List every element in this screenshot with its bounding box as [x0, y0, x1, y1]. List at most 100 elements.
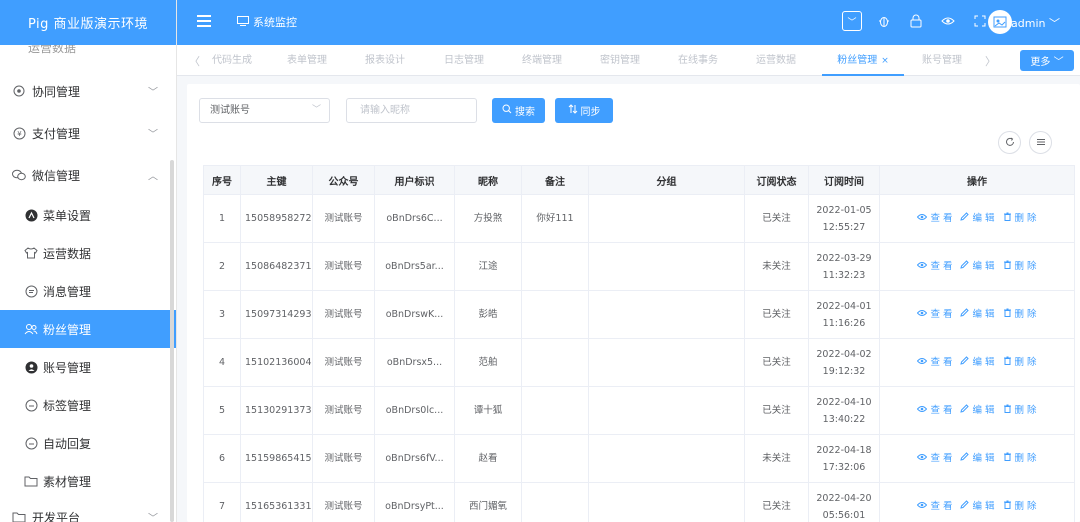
sidebar-group-payment[interactable]: ¥ 支付管理 ﹀ [0, 112, 176, 154]
delete-button[interactable]: 删 除 [1003, 498, 1037, 515]
tabs-next-icon[interactable]: 〉 [985, 53, 996, 69]
monitor-icon [237, 15, 249, 29]
tab-account-mgmt[interactable]: 账号管理 [917, 45, 967, 76]
tab-ops-data[interactable]: 运营数据 [751, 45, 801, 76]
view-button[interactable]: 查 看 [917, 354, 952, 371]
trash-icon [1003, 258, 1012, 275]
edit-button[interactable]: 编 辑 [960, 306, 995, 323]
cell-nickname: 彭皓 [454, 290, 522, 339]
sidebar-group-collab[interactable]: 协同管理 ﹀ [0, 70, 176, 112]
tab-code-gen[interactable]: 代码生成 [207, 45, 257, 76]
bug-icon[interactable] [874, 11, 894, 31]
edit-button[interactable]: 编 辑 [960, 354, 995, 371]
breadcrumb-system-monitor[interactable]: 系统监控 [237, 14, 297, 30]
tab-online-tx[interactable]: 在线事务 [673, 45, 723, 76]
tab-key-mgmt[interactable]: 密钥管理 [595, 45, 645, 76]
tag-icon [24, 398, 38, 412]
cell-account: 测试账号 [312, 482, 375, 522]
table-row: 6 1515986541554372609 测试账号 oBnDrs6fV... … [203, 434, 1075, 483]
main-card: 测试账号 ﹀ 请输入昵称 搜索 同步 序号 主键 公众号 用户标识 昵称 备注 … [187, 84, 1080, 522]
sidebar-group-wechat[interactable]: 微信管理 ︿ [0, 154, 176, 196]
cell-time: 2022-04-01 11:16:26 [808, 290, 880, 339]
folder-icon [24, 474, 38, 488]
view-button[interactable]: 查 看 [917, 450, 952, 467]
view-button[interactable]: 查 看 [917, 402, 952, 419]
tab-log-mgmt[interactable]: 日志管理 [439, 45, 489, 76]
hamburger-menu-icon[interactable] [197, 15, 211, 27]
chevron-down-icon: ﹀ [148, 87, 158, 99]
delete-button[interactable]: 删 除 [1003, 450, 1037, 467]
delete-button[interactable]: 删 除 [1003, 258, 1037, 275]
col-header-openid: 用户标识 [374, 165, 455, 195]
eye-icon [917, 450, 928, 467]
table-row: 7 1516536133199007745 测试账号 oBnDrsyPt... … [203, 482, 1075, 522]
edit-icon [960, 498, 970, 515]
cell-remark: 你好111 [521, 194, 589, 243]
sidebar-item-menu-settings[interactable]: 菜单设置 [0, 196, 176, 234]
eye-icon[interactable] [938, 11, 958, 31]
tab-report-design[interactable]: 报表设计 [360, 45, 410, 76]
delete-button[interactable]: 删 除 [1003, 210, 1037, 227]
sidebar-item-fans[interactable]: 粉丝管理 [0, 310, 176, 348]
refresh-button[interactable] [998, 131, 1021, 154]
fullscreen-icon[interactable] [970, 11, 990, 31]
cell-account: 测试账号 [312, 242, 375, 291]
edit-button[interactable]: 编 辑 [960, 450, 995, 467]
edit-button[interactable]: 编 辑 [960, 210, 995, 227]
view-button[interactable]: 查 看 [917, 306, 952, 323]
sidebar-item-ops-data[interactable]: 运营数据 [0, 234, 176, 272]
tabs-prev-icon[interactable]: 〈 [189, 53, 200, 69]
filter-icon [1036, 136, 1046, 150]
lock-icon[interactable] [906, 11, 926, 31]
sidebar-group-dev-platform[interactable]: 开发平台 ﹀ [0, 500, 176, 522]
view-button[interactable]: 查 看 [917, 210, 952, 227]
delete-button[interactable]: 删 除 [1003, 354, 1037, 371]
dropdown-square-icon[interactable]: ﹀ [842, 11, 862, 31]
edit-button[interactable]: 编 辑 [960, 402, 995, 419]
sidebar-item-tags[interactable]: 标签管理 [0, 386, 176, 424]
nickname-input[interactable]: 请输入昵称 [346, 98, 477, 123]
shirt-icon [24, 246, 38, 260]
tab-form-mgmt[interactable]: 表单管理 [282, 45, 332, 76]
cell-openid: oBnDrsx5... [374, 338, 455, 387]
edit-icon [960, 306, 970, 323]
chevron-down-icon: ﹀ [148, 513, 158, 522]
sidebar-scrollbar[interactable] [170, 160, 174, 522]
tab-terminal-mgmt[interactable]: 终端管理 [517, 45, 567, 76]
edit-button[interactable]: 编 辑 [960, 258, 995, 275]
tab-fans-mgmt[interactable]: 粉丝管理 × [822, 45, 904, 76]
cell-nickname: 江途 [454, 242, 522, 291]
sidebar-item-auto-reply[interactable]: 自动回复 [0, 424, 176, 462]
close-icon[interactable]: × [881, 56, 889, 66]
yen-icon: ¥ [12, 126, 26, 140]
avatar[interactable] [988, 10, 1012, 34]
edit-button[interactable]: 编 辑 [960, 498, 995, 515]
cell-group [588, 386, 745, 435]
more-button[interactable]: 更多 ﹀ [1020, 50, 1074, 71]
delete-button[interactable]: 删 除 [1003, 402, 1037, 419]
sidebar-item-accounts[interactable]: 账号管理 [0, 348, 176, 386]
column-settings-button[interactable] [1029, 131, 1052, 154]
search-button[interactable]: 搜索 [492, 98, 545, 123]
view-button[interactable]: 查 看 [917, 258, 952, 275]
delete-button[interactable]: 删 除 [1003, 306, 1037, 323]
sidebar-item-cut[interactable]: 运营数据 [0, 45, 176, 70]
cell-openid: oBnDrs6C... [374, 194, 455, 243]
sync-button[interactable]: 同步 [555, 98, 613, 123]
table-row: 5 1513029137376153602 测试账号 oBnDrs0lc... … [203, 386, 1075, 435]
sidebar-item-materials[interactable]: 素材管理 [0, 462, 176, 500]
account-select[interactable]: 测试账号 ﹀ [199, 98, 330, 123]
cell-time: 2022-04-02 19:12:32 [808, 338, 880, 387]
fans-icon [24, 322, 38, 336]
edit-icon [960, 258, 970, 275]
sidebar-item-messages[interactable]: 消息管理 [0, 272, 176, 310]
cell-status: 已关注 [744, 482, 809, 522]
cell-group [588, 482, 745, 522]
top-navbar: 系统监控 ﹀ admin ﹀ [177, 0, 1080, 45]
cell-actions: 查 看 编 辑 删 除 [879, 338, 1075, 387]
user-menu[interactable]: admin ﹀ [1011, 15, 1060, 31]
view-button[interactable]: 查 看 [917, 498, 952, 515]
app-title: Pig 商业版演示环境 [0, 0, 176, 45]
cell-id: 1505895827282649089 [240, 194, 313, 243]
chevron-down-icon: ﹀ [311, 105, 321, 115]
